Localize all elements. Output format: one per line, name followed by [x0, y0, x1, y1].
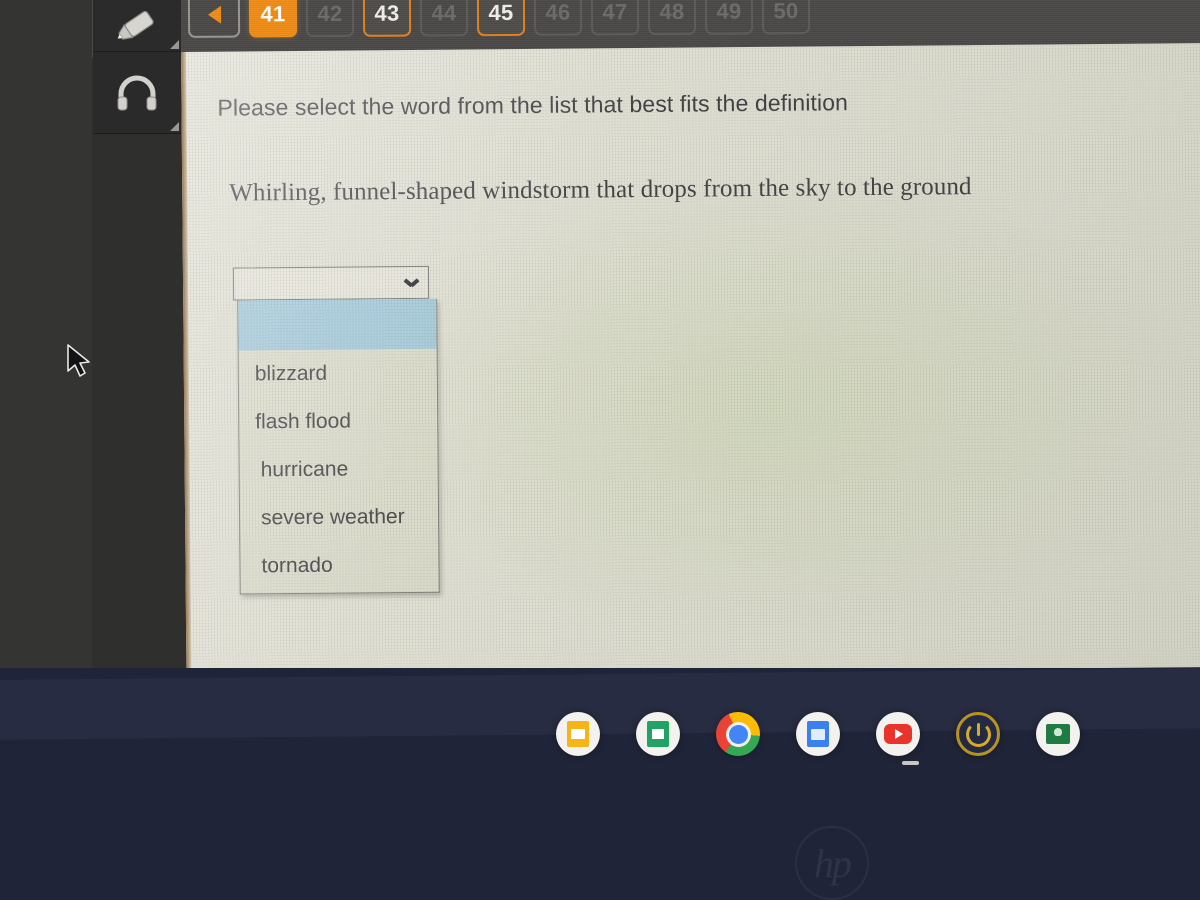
quiz-page: Please select the word from the list tha… [181, 43, 1200, 676]
select-option-tornado[interactable]: tornado [240, 541, 438, 591]
chrome-icon[interactable] [716, 712, 919, 765]
desk-background [0, 0, 92, 676]
question-button-47[interactable]: 47 [590, 0, 640, 36]
tool-corner-indicator [170, 40, 179, 49]
quiz-navigation-buttons: 41 42 43 44 45 46 47 48 49 50 [187, 0, 811, 38]
page-left-edge [181, 51, 192, 676]
back-triangle-icon [207, 5, 221, 24]
question-number-label: 45 [488, 0, 514, 26]
youtube-play-glyph [884, 724, 912, 744]
select-option-blizzard[interactable]: blizzard [239, 349, 437, 399]
previous-question-button[interactable] [187, 0, 241, 38]
tool-sidebar [93, 0, 181, 134]
question-number-label: 46 [545, 0, 571, 25]
tool-corner-indicator [170, 122, 179, 131]
shelf-icon-row [556, 712, 1080, 765]
chrome-active-indicator [902, 761, 919, 765]
select-option-hurricane[interactable]: hurricane [239, 445, 437, 495]
question-number-label: 50 [773, 0, 799, 24]
question-number-label: 43 [374, 0, 400, 26]
question-prompt: Please select the word from the list tha… [217, 89, 849, 121]
question-button-48[interactable]: 48 [647, 0, 697, 36]
question-button-46[interactable]: 46 [533, 0, 583, 36]
laptop-screen-photo: 41 42 43 44 45 46 47 48 49 50 Please sel… [0, 0, 1200, 900]
google-classroom-icon[interactable] [1036, 712, 1080, 756]
question-number-label: 42 [317, 0, 343, 27]
question-number-label: 48 [659, 0, 685, 25]
highlighter-tool[interactable] [93, 0, 181, 52]
mouse-cursor-icon [67, 344, 90, 377]
slides-glyph [567, 721, 589, 747]
google-docs-icon[interactable] [796, 712, 840, 756]
question-button-50[interactable]: 50 [761, 0, 811, 35]
os-shelf [0, 668, 1200, 900]
question-button-43[interactable]: 43 [362, 0, 412, 37]
question-button-42[interactable]: 42 [305, 0, 355, 38]
question-number-label: 44 [431, 0, 457, 26]
select-option-blank[interactable] [238, 298, 437, 351]
chevron-down-icon [405, 278, 418, 286]
hp-logo: hp [795, 826, 869, 900]
definition-text: Whirling, funnel-shaped windstorm that d… [229, 173, 972, 207]
question-number-label: 49 [716, 0, 742, 24]
question-button-49[interactable]: 49 [704, 0, 754, 35]
answer-select-options[interactable]: blizzard flash flood hurricane severe we… [237, 298, 440, 595]
select-option-flash-flood[interactable]: flash flood [239, 397, 437, 447]
classroom-glyph [1046, 724, 1070, 744]
question-button-41[interactable]: 41 [248, 0, 298, 38]
docs-glyph [807, 721, 829, 747]
select-option-severe-weather[interactable]: severe weather [240, 493, 438, 543]
power-icon[interactable] [956, 712, 1000, 756]
answer-select[interactable] [232, 265, 430, 301]
youtube-icon[interactable] [876, 712, 920, 756]
headphones-icon [117, 75, 157, 110]
question-number-label: 41 [260, 1, 286, 27]
highlighter-pen-icon [117, 10, 154, 40]
question-button-44[interactable]: 44 [419, 0, 469, 37]
google-sheets-icon[interactable] [636, 712, 680, 756]
sheets-glyph [647, 721, 669, 747]
google-slides-icon[interactable] [556, 712, 600, 756]
question-button-45[interactable]: 45 [476, 0, 526, 37]
text-to-speech-tool[interactable] [93, 52, 181, 134]
question-number-label: 47 [602, 0, 628, 25]
